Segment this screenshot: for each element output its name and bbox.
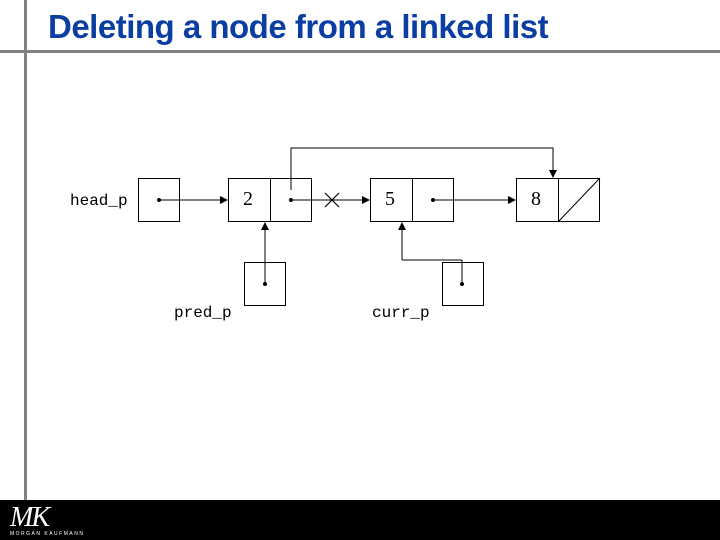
rule-left	[24, 0, 27, 500]
node-3-value: 8	[531, 188, 541, 211]
pred-p-box	[244, 262, 286, 306]
node-2-value: 5	[385, 188, 395, 211]
label-curr-p: curr_p	[372, 304, 430, 322]
slide-title: Deleting a node from a linked list	[48, 8, 548, 46]
node-1-value: 2	[243, 188, 253, 211]
label-head-p: head_p	[70, 192, 128, 210]
publisher-logo: MK MORGAN KAUFMANN	[10, 502, 84, 537]
node-1-divider	[270, 178, 271, 222]
linked-list-diagram: head_p 2 5 8 pred_p curr_p	[70, 130, 660, 350]
node-2-divider	[412, 178, 413, 222]
curr-p-box	[442, 262, 484, 306]
node-3-divider	[558, 178, 559, 222]
logo-subtext: MORGAN KAUFMANN	[10, 531, 84, 537]
arrow-bypass-node1-to-node3	[291, 142, 571, 182]
footer-bar: MK MORGAN KAUFMANN	[0, 500, 720, 540]
head-p-box	[138, 178, 180, 222]
label-pred-p: pred_p	[174, 304, 232, 322]
logo-text: MK	[10, 502, 48, 533]
rule-top	[0, 50, 720, 53]
